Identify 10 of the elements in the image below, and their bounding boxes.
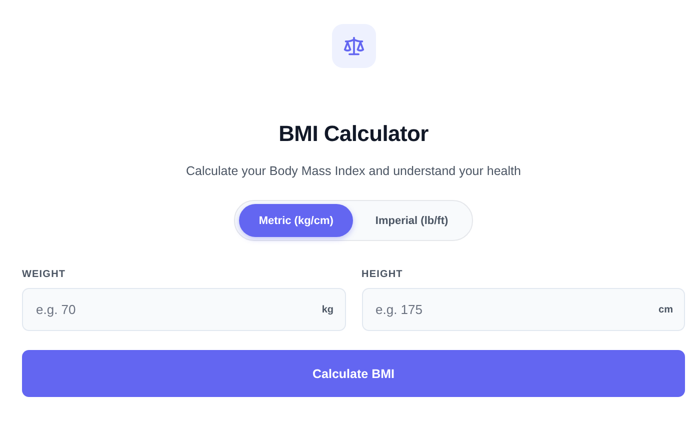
subtitle: Calculate your Body Mass Index and understand your health [186, 164, 521, 178]
page-title: BMI Calculator [278, 121, 428, 147]
unit-label: cm [658, 304, 673, 315]
scale-icon [342, 35, 364, 57]
calculate-button[interactable]: Calculate BMI [22, 350, 685, 397]
unit-label: kg [322, 304, 334, 315]
field-label: HEIGHT [362, 269, 404, 280]
unit-tab[interactable]: Metric (kg/cm) [238, 204, 354, 237]
unit-tab[interactable]: Imperial (lb/ft) [355, 204, 468, 237]
field-label: WEIGHT [22, 269, 67, 280]
